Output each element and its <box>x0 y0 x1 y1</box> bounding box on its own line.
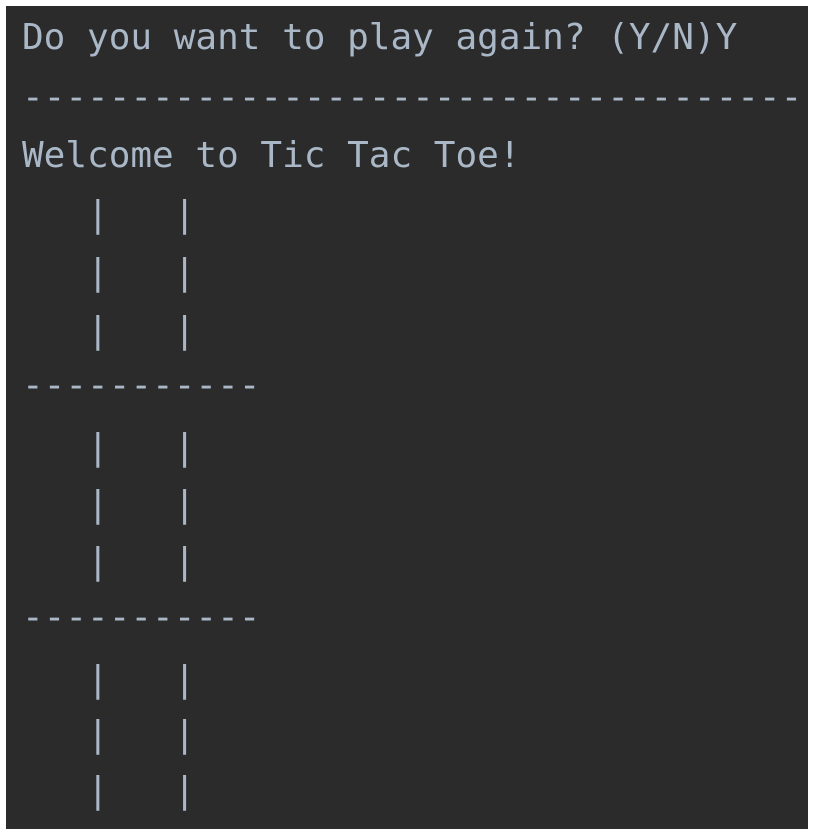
board-row-2-text: | | <box>22 252 261 293</box>
separator-line: ------------------------------------ <box>22 77 803 118</box>
board-row-5-text: | | <box>22 484 261 525</box>
board-row-5: | | <box>22 476 260 534</box>
board-row-3: | | <box>22 302 260 360</box>
board-row-4-text: | | <box>22 427 261 468</box>
board-row-1: | | <box>22 186 260 244</box>
board-row-6-text: | | <box>22 541 261 582</box>
user-input-text: Y <box>715 17 738 58</box>
board-row-8: | | <box>22 706 260 764</box>
board-row-1-text: | | <box>22 194 261 235</box>
board-separator-1: ----------- <box>22 365 261 406</box>
console-output[interactable]: Do you want to play again? (Y/N)Y ------… <box>6 6 808 829</box>
play-again-prompt: Do you want to play again? (Y/N)Y <box>22 18 737 58</box>
board-separator-2: ----------- <box>22 597 261 638</box>
board-row-3-text: | | <box>22 310 261 351</box>
prompt-text: Do you want to play again? (Y/N) <box>22 17 716 58</box>
board-row-9: | | <box>22 762 260 820</box>
board-row-9-text: | | <box>22 770 261 811</box>
board-row-8-text: | | <box>22 714 261 755</box>
board-row-7: | | <box>22 651 260 709</box>
board-row-7-text: | | <box>22 659 261 700</box>
board-row-6: | | <box>22 533 260 591</box>
board-row-2: | | <box>22 244 260 302</box>
welcome-message: Welcome to Tic Tac Toe! <box>22 135 521 176</box>
board-row-4: | | <box>22 419 260 477</box>
